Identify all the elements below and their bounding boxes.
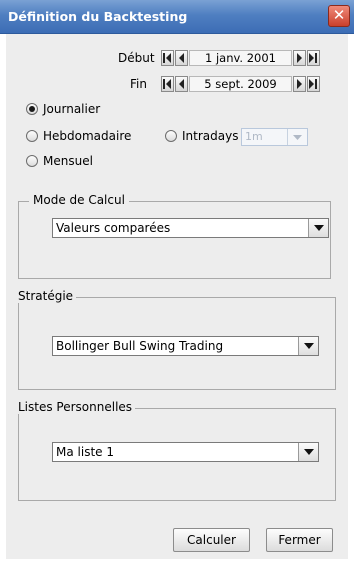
strategy-title: Stratégie (18, 289, 77, 303)
first-icon[interactable] (161, 50, 174, 66)
close-icon[interactable]: ✕ (328, 5, 350, 27)
radio-monthly-label: Mensuel (43, 154, 93, 168)
prev-icon[interactable] (175, 76, 188, 92)
radio-intraday-label: Intradays (182, 129, 239, 143)
lists-value: Ma liste 1 (56, 445, 114, 459)
next-icon[interactable] (293, 50, 306, 66)
next-icon[interactable] (293, 76, 306, 92)
window-title: Définition du Backtesting (8, 9, 188, 24)
chevron-down-icon (298, 337, 318, 355)
radio-icon (26, 155, 38, 167)
title-bar[interactable]: Définition du Backtesting ✕ (0, 0, 354, 34)
radio-daily-label: Journalier (43, 102, 101, 116)
first-icon[interactable] (161, 76, 174, 92)
chevron-down-icon (287, 129, 307, 145)
strategy-value: Bollinger Bull Swing Trading (56, 339, 224, 353)
lists-title: Listes Personnelles (18, 400, 136, 414)
calc-mode-value: Valeurs comparées (56, 221, 171, 235)
dialog-content: Début 1 janv. 2001 Fin 5 sept. 2009 Jour… (6, 34, 348, 559)
calc-mode-title: Mode de Calcul (29, 193, 129, 207)
radio-icon (26, 130, 38, 142)
end-date-field[interactable]: 5 sept. 2009 (189, 76, 292, 92)
radio-weekly-label: Hebdomadaire (43, 129, 132, 143)
radio-weekly[interactable]: Hebdomadaire (26, 129, 131, 143)
start-date-field[interactable]: 1 janv. 2001 (189, 50, 292, 66)
close-button[interactable]: Fermer (266, 528, 333, 552)
calc-mode-group: Mode de Calcul Valeurs comparées (18, 193, 331, 279)
chevron-down-icon (308, 219, 328, 237)
strategy-select[interactable]: Bollinger Bull Swing Trading (52, 336, 319, 356)
radio-icon (165, 130, 177, 142)
prev-icon[interactable] (175, 50, 188, 66)
calculate-button[interactable]: Calculer (173, 528, 250, 552)
intraday-select-value: 1m (245, 130, 263, 143)
end-date-label: Fin (130, 77, 147, 91)
start-date-label: Début (118, 51, 155, 65)
backtesting-dialog: Définition du Backtesting ✕ Début 1 janv… (0, 0, 354, 565)
strategy-group: Stratégie Bollinger Bull Swing Trading (18, 289, 336, 390)
intraday-select[interactable]: 1m (241, 128, 308, 146)
radio-monthly[interactable]: Mensuel (26, 154, 93, 168)
calc-mode-select[interactable]: Valeurs comparées (52, 218, 329, 238)
radio-daily[interactable]: Journalier (26, 102, 100, 116)
radio-selected-icon (26, 103, 38, 115)
last-icon[interactable] (307, 76, 320, 92)
chevron-down-icon (298, 443, 318, 461)
lists-group: Listes Personnelles Ma liste 1 (18, 400, 336, 501)
radio-intraday[interactable]: Intradays (165, 129, 238, 143)
last-icon[interactable] (307, 50, 320, 66)
lists-select[interactable]: Ma liste 1 (52, 442, 319, 462)
